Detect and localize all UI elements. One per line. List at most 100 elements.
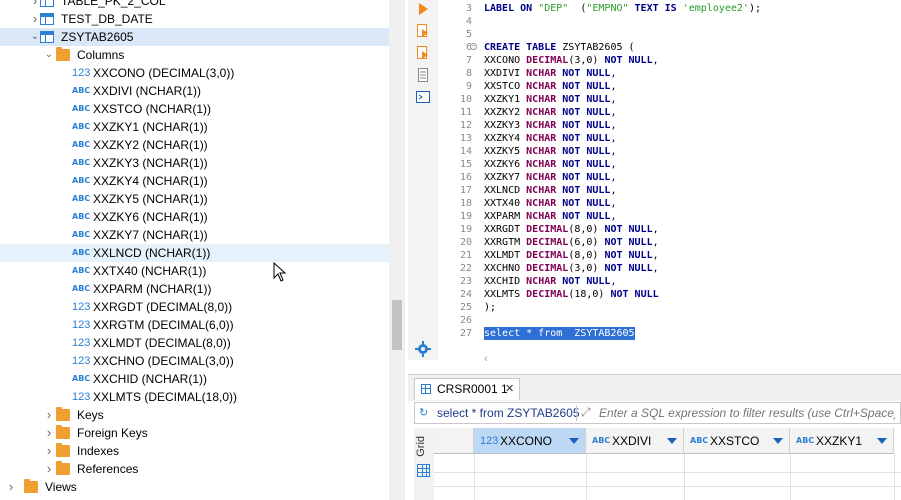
code-token: XXDIVI — [484, 68, 527, 79]
tree-node[interactable]: ⌄ ZSYTAB2605 — [0, 28, 389, 46]
results-tab[interactable]: CRSR0001 1 ✕ — [414, 378, 520, 400]
expand-filter-icon[interactable]: ⤢ — [581, 405, 591, 420]
code-line[interactable]: select * from ZSYTAB2605 — [484, 327, 635, 340]
code-line[interactable]: XXRGTM DECIMAL(6,0) NOT NULL, — [484, 236, 659, 249]
tree-node[interactable]: ⌄ Columns — [0, 46, 389, 64]
code-line[interactable]: XXZKY3 NCHAR NOT NULL, — [484, 119, 616, 132]
chevron-down-icon[interactable]: ⌄ — [30, 28, 40, 46]
string-type-icon: ABC — [72, 284, 91, 293]
tree-node[interactable]: 123 XXCHNO (DECIMAL(3,0)) — [0, 352, 389, 370]
tree-node[interactable]: ABC XXPARM (NCHAR(1)) — [0, 280, 389, 298]
code-token: XXZKY3 — [484, 120, 527, 131]
sort-filter-dropdown-icon[interactable] — [667, 438, 677, 444]
code-line[interactable]: XXCHID NCHAR NOT NULL, — [484, 275, 616, 288]
code-token: , — [652, 224, 659, 235]
grid-column-line — [894, 454, 895, 500]
tree-node[interactable]: ABC XXZKY4 (NCHAR(1)) — [0, 172, 389, 190]
code-line[interactable]: XXRGDT DECIMAL(8,0) NOT NULL, — [484, 223, 659, 236]
scroll-left-icon[interactable]: ‹ — [484, 353, 488, 365]
column-header[interactable]: ABC XXDIVI — [586, 428, 684, 454]
close-icon[interactable]: ✕ — [505, 382, 514, 395]
tree-node[interactable]: ABC XXZKY3 (NCHAR(1)) — [0, 154, 389, 172]
gear-icon[interactable] — [414, 340, 432, 358]
code-line[interactable]: XXZKY4 NCHAR NOT NULL, — [484, 132, 616, 145]
code-line[interactable]: XXLNCD NCHAR NOT NULL, — [484, 184, 616, 197]
chevron-down-icon[interactable]: ⌄ — [44, 46, 54, 64]
code-line[interactable]: XXDIVI NCHAR NOT NULL, — [484, 67, 616, 80]
code-token: (18,0) — [568, 289, 611, 300]
tree-scrollbar-thumb[interactable] — [392, 300, 402, 350]
code-line[interactable]: XXSTCO NCHAR NOT NULL, — [484, 80, 616, 93]
chevron-right-icon[interactable]: › — [44, 442, 54, 460]
sort-filter-dropdown-icon[interactable] — [877, 438, 887, 444]
code-line[interactable]: XXZKY5 NCHAR NOT NULL, — [484, 145, 616, 158]
tree-node[interactable]: › Foreign Keys — [0, 424, 389, 442]
code-line[interactable]: XXLMTS DECIMAL(18,0) NOT NULL — [484, 288, 659, 301]
tree-node[interactable]: ABC XXZKY1 (NCHAR(1)) — [0, 118, 389, 136]
column-header[interactable]: ABC XXZKY1 — [790, 428, 894, 454]
code-line[interactable]: CREATE TABLE ZSYTAB2605 ( — [484, 41, 635, 54]
code-line[interactable]: XXCHNO DECIMAL(3,0) NOT NULL, — [484, 262, 659, 275]
database-navigator-tree[interactable]: › TABLE_PK_2_COL › TEST_DB_DATE ⌄ ZSYTAB2605 ⌄… — [0, 0, 389, 500]
code-line[interactable]: XXZKY7 NCHAR NOT NULL, — [484, 171, 616, 184]
tree-node-label: Foreign Keys — [77, 426, 148, 440]
chevron-right-icon[interactable]: › — [44, 406, 54, 424]
column-header[interactable]: 123 XXCONO — [474, 428, 586, 454]
tree-node[interactable]: › Keys — [0, 406, 389, 424]
tree-node[interactable]: › TEST_DB_DATE — [0, 10, 389, 28]
explain-plan-icon[interactable] — [416, 46, 430, 60]
code-token: (6,0) — [568, 237, 605, 248]
tree-node[interactable]: ABC XXCHID (NCHAR(1)) — [0, 370, 389, 388]
tree-scrollbar[interactable] — [389, 0, 405, 500]
tree-node[interactable]: ABC XXZKY2 (NCHAR(1)) — [0, 136, 389, 154]
tree-node[interactable]: 123 XXCONO (DECIMAL(3,0)) — [0, 64, 389, 82]
column-header[interactable]: ABC XXSTCO — [684, 428, 790, 454]
results-filter-bar[interactable]: ↻ select * from ZSYTAB2605 ⤢ — [414, 402, 901, 424]
tree-node[interactable]: 123 XXLMDT (DECIMAL(8,0)) — [0, 334, 389, 352]
code-line[interactable]: XXLMDT DECIMAL(8,0) NOT NULL, — [484, 249, 659, 262]
grid-side-label[interactable]: Grid — [415, 436, 427, 457]
code-line[interactable]: XXCONO DECIMAL(3,0) NOT NULL, — [484, 54, 659, 67]
code-line[interactable]: LABEL ON "DEP" ("EMPNO" TEXT IS 'employe… — [484, 2, 761, 15]
chevron-right-icon[interactable]: › — [44, 424, 54, 442]
tree-node[interactable]: ABC XXTX40 (NCHAR(1)) — [0, 262, 389, 280]
filter-expression-input[interactable] — [599, 404, 895, 422]
grid-view-icon[interactable] — [417, 464, 430, 477]
code-line[interactable]: ); — [484, 301, 496, 314]
tree-node[interactable]: ABC XXSTCO (NCHAR(1)) — [0, 100, 389, 118]
script-icon[interactable] — [416, 68, 430, 82]
code-token: 'employee2' — [682, 3, 749, 14]
chevron-right-icon[interactable]: › — [44, 460, 54, 478]
tree-node-label: XXRGDT (DECIMAL(8,0)) — [93, 300, 233, 314]
code-token: ZSYTAB2605 ( — [562, 42, 635, 53]
code-line[interactable]: XXZKY2 NCHAR NOT NULL, — [484, 106, 616, 119]
code-line[interactable]: XXZKY1 NCHAR NOT NULL, — [484, 93, 616, 106]
code-token: NOT NULL — [604, 237, 653, 248]
results-grid[interactable]: 123 XXCONO ABC XXDIVI ABC XXSTCO ABC XXZKY1 — [434, 428, 901, 500]
sql-editor[interactable]: LABEL ON "DEP" ("EMPNO" TEXT IS 'employe… — [476, 0, 901, 340]
tree-node[interactable]: › Views — [0, 478, 389, 496]
terminal-icon[interactable] — [416, 90, 430, 104]
sort-filter-dropdown-icon[interactable] — [569, 438, 579, 444]
tree-node[interactable]: ABC XXDIVI (NCHAR(1)) — [0, 82, 389, 100]
tree-node[interactable]: 123 XXRGTM (DECIMAL(6,0)) — [0, 316, 389, 334]
code-line[interactable]: XXZKY6 NCHAR NOT NULL, — [484, 158, 616, 171]
tree-node[interactable]: › References — [0, 460, 389, 478]
editor-horizontal-scrollbar[interactable]: ‹ — [478, 353, 901, 367]
tree-node[interactable]: 123 XXRGDT (DECIMAL(8,0)) — [0, 298, 389, 316]
code-line[interactable]: XXTX40 NCHAR NOT NULL, — [484, 197, 616, 210]
run-statement-icon[interactable] — [416, 2, 430, 16]
tree-node[interactable]: 123 XXLMTS (DECIMAL(18,0)) — [0, 388, 389, 406]
sort-filter-dropdown-icon[interactable] — [773, 438, 783, 444]
code-line[interactable]: XXPARM NCHAR NOT NULL, — [484, 210, 616, 223]
tree-node[interactable]: ABC XXZKY7 (NCHAR(1)) — [0, 226, 389, 244]
run-script-icon[interactable] — [416, 24, 430, 38]
tree-node[interactable]: ABC XXZKY6 (NCHAR(1)) — [0, 208, 389, 226]
chevron-right-icon[interactable]: › — [30, 0, 40, 10]
tree-node[interactable]: ABC XXZKY5 (NCHAR(1)) — [0, 190, 389, 208]
tree-node[interactable]: › Indexes — [0, 442, 389, 460]
tree-node[interactable]: › TABLE_PK_2_COL — [0, 0, 389, 10]
chevron-right-icon[interactable]: › — [30, 10, 40, 28]
chevron-right-icon[interactable]: › — [6, 478, 16, 496]
tree-node[interactable]: ABC XXLNCD (NCHAR(1)) — [0, 244, 389, 262]
